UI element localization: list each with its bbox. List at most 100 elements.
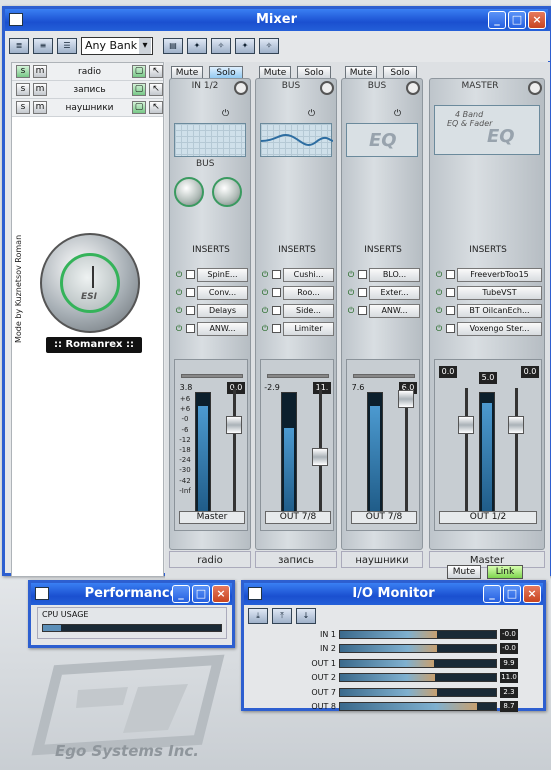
insert-slot[interactable]: ⏻ Conv... [174,285,248,300]
minimize-button[interactable]: _ [488,11,506,29]
insert-name[interactable]: SpinE... [197,267,248,282]
insert-name[interactable]: Side... [283,303,334,318]
plugin-icon-4[interactable]: ✧ [259,38,279,54]
insert-slot[interactable]: ⏻ Delays [174,303,248,318]
bank-select[interactable]: Any Bank [81,37,153,55]
power-icon[interactable]: ⏻ [434,270,444,280]
power-icon[interactable]: ⏻ [174,288,184,298]
bypass-checkbox[interactable] [186,324,195,333]
master-mute-button[interactable]: Mute [447,565,481,579]
power-icon[interactable]: ⏻ [346,288,356,298]
volume-fader[interactable] [312,448,328,466]
select-toggle[interactable]: ↖ [149,83,163,96]
mixer-titlebar[interactable]: Mixer _ □ × [5,9,548,31]
insert-slot[interactable]: ⏻ BT OilcanEch... [434,303,542,318]
insert-name[interactable]: Delays [197,303,248,318]
bypass-checkbox[interactable] [358,288,367,297]
power-icon[interactable]: ⏻ [260,306,270,316]
plugin-icon-2[interactable]: ✧ [211,38,231,54]
insert-name[interactable]: Voxengo Ster... [457,321,542,336]
send-knob-2[interactable] [212,177,242,207]
insert-name[interactable]: ANW... [197,321,248,336]
output-select[interactable]: OUT 7/8 [265,511,331,524]
power-icon[interactable]: ⏻ [260,324,270,334]
insert-name[interactable]: ANW... [369,303,420,318]
insert-slot[interactable]: ⏻ ANW... [174,321,248,336]
minimize-button[interactable]: _ [483,585,501,603]
insert-name[interactable]: BT OilcanEch... [457,303,542,318]
close-button[interactable]: × [528,11,546,29]
source-row[interactable]: s m запись ▢ ↖ [12,81,163,99]
pan-slider[interactable] [267,374,329,378]
route-ring-icon[interactable] [234,81,248,95]
insert-slot[interactable]: ⏻ Limiter [260,321,334,336]
view-mixer-icon[interactable]: ☰ [57,38,77,54]
expand-icon[interactable]: ⤒ [272,608,292,624]
maximize-button[interactable]: □ [192,585,210,603]
monitor-toggle[interactable]: ▢ [132,83,146,96]
plugin-icon-1[interactable]: ✦ [187,38,207,54]
select-toggle[interactable]: ↖ [149,65,163,78]
power-icon[interactable]: ⏻ [174,306,184,316]
insert-slot[interactable]: ⏻ TubeVST [434,285,542,300]
pan-slider[interactable] [181,374,243,378]
eq-display[interactable] [174,123,246,157]
io-titlebar[interactable]: I/O Monitor _ □ × [244,583,543,605]
monitor-toggle[interactable]: ▢ [132,65,146,78]
close-button[interactable]: × [212,585,230,603]
maximize-button[interactable]: □ [503,585,521,603]
route-ring-icon[interactable] [406,81,420,95]
route-ring-icon[interactable] [320,81,334,95]
send-knob-1[interactable] [174,177,204,207]
down-arrow-icon[interactable]: ↓ [296,608,316,624]
insert-name[interactable]: Limiter [283,321,334,336]
power-icon[interactable]: ⏻ [434,324,444,334]
bypass-checkbox[interactable] [446,324,455,333]
mute-toggle[interactable]: m [33,83,47,96]
insert-name[interactable]: Exter... [369,285,420,300]
output-select[interactable]: OUT 1/2 [439,511,537,524]
power-icon[interactable]: ⏻ [346,270,356,280]
minimize-button[interactable]: _ [172,585,190,603]
view-channels-icon[interactable]: ≣ [9,38,29,54]
insert-slot[interactable]: ⏻ BLO... [346,267,420,282]
solo-toggle[interactable]: s [16,65,30,78]
mute-toggle[interactable]: m [33,101,47,114]
insert-name[interactable]: Cushi... [283,267,334,282]
insert-slot[interactable]: ⏻ Roo... [260,285,334,300]
maximize-button[interactable]: □ [508,11,526,29]
insert-name[interactable]: FreeverbToo15 [457,267,542,282]
source-row[interactable]: s m наушники ▢ ↖ [12,99,163,117]
link-button[interactable]: Link [487,565,523,579]
monitor-toggle[interactable]: ▢ [132,101,146,114]
collapse-icon[interactable]: ⤓ [248,608,268,624]
bypass-checkbox[interactable] [186,306,195,315]
bypass-checkbox[interactable] [358,306,367,315]
power-icon[interactable]: ⏻ [260,288,270,298]
insert-slot[interactable]: ⏻ FreeverbToo15 [434,267,542,282]
bypass-checkbox[interactable] [446,270,455,279]
insert-slot[interactable]: ⏻ ANW... [346,303,420,318]
close-button[interactable]: × [523,585,541,603]
pan-slider[interactable] [353,374,415,378]
power-icon[interactable]: ⏻ [174,270,184,280]
power-icon[interactable]: ⏻ [346,306,356,316]
volume-fader[interactable] [226,416,242,434]
solo-toggle[interactable]: s [16,101,30,114]
bypass-checkbox[interactable] [446,288,455,297]
master-fader-right[interactable] [508,416,524,434]
volume-knob[interactable]: ESI [40,233,140,333]
insert-slot[interactable]: ⏻ Side... [260,303,334,318]
insert-slot[interactable]: ⏻ Cushi... [260,267,334,282]
power-icon[interactable]: ⏻ [308,109,315,119]
bypass-checkbox[interactable] [272,306,281,315]
bypass-checkbox[interactable] [186,288,195,297]
master-fader-left[interactable] [458,416,474,434]
output-select[interactable]: OUT 7/8 [351,511,417,524]
insert-slot[interactable]: ⏻ SpinE... [174,267,248,282]
power-icon[interactable]: ⏻ [260,270,270,280]
output-select[interactable]: Master [179,511,245,524]
layout-icon[interactable]: ▤ [163,38,183,54]
performance-titlebar[interactable]: Performance _ □ × [31,583,232,605]
source-row[interactable]: s m radio ▢ ↖ [12,63,163,81]
